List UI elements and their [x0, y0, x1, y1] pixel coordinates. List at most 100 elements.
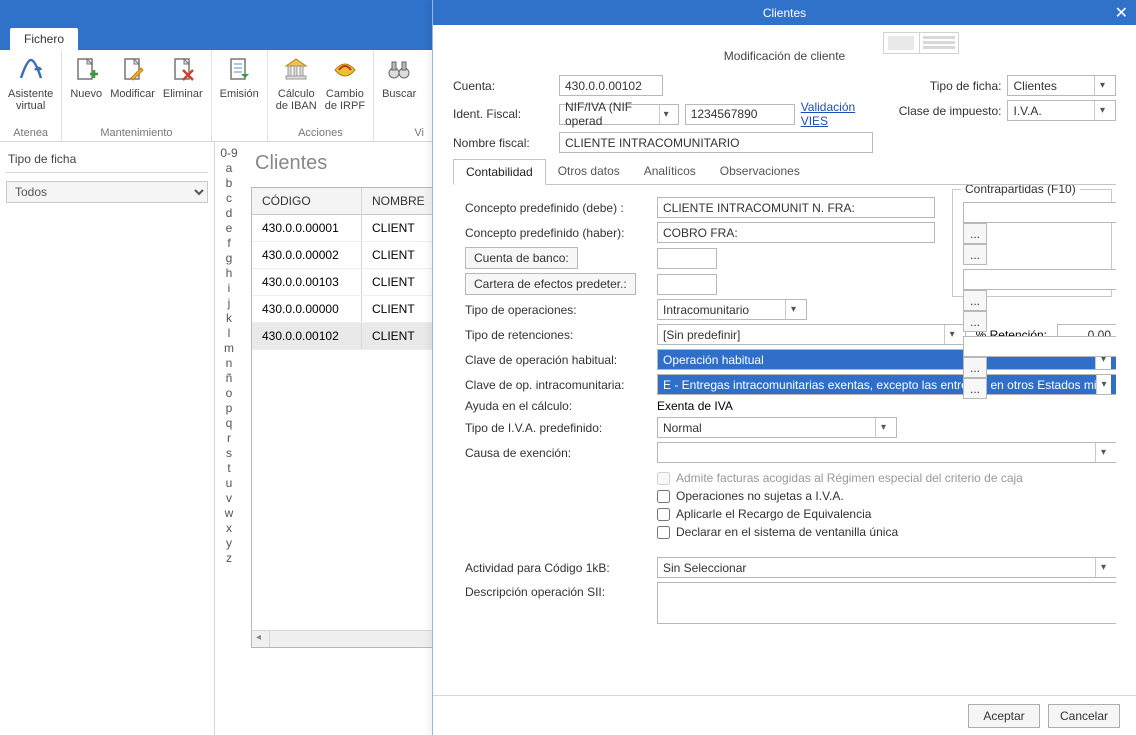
cambio-irpf-button[interactable]: Cambio de IRPF	[325, 54, 365, 112]
cuenta-label: Cuenta:	[453, 79, 549, 93]
alpha-z[interactable]: z	[226, 551, 232, 565]
dialog-tabs: Contabilidad Otros datos Analíticos Obse…	[453, 159, 1116, 185]
alpha-0-9[interactable]: 0-9	[220, 146, 237, 160]
chevron-down-icon: ▾	[659, 105, 673, 124]
chk-recargo[interactable]: Aplicarle el Recargo de Equivalencia	[657, 507, 1116, 521]
cancelar-button[interactable]: Cancelar	[1048, 704, 1120, 728]
chk-criterio-caja: Admite facturas acogidas al Régimen espe…	[657, 471, 1116, 485]
alpha-g[interactable]: g	[226, 251, 233, 265]
alpha-r[interactable]: r	[227, 431, 231, 445]
alpha-q[interactable]: q	[226, 416, 233, 430]
tipo-ficha-dlg-combo[interactable]: Clientes▾	[1007, 75, 1116, 96]
contrapartida-field-3[interactable]	[963, 336, 1116, 357]
col-codigo-header[interactable]: CÓDIGO	[252, 188, 362, 214]
alpha-i[interactable]: i	[228, 281, 231, 295]
validacion-vies-link[interactable]: Validación VIES	[801, 100, 874, 128]
tab-analiticos[interactable]: Analíticos	[632, 159, 708, 184]
alpha-j[interactable]: j	[228, 296, 231, 310]
alpha-m[interactable]: m	[224, 341, 234, 355]
alpha-w[interactable]: w	[225, 506, 234, 520]
alpha-u[interactable]: u	[226, 476, 233, 490]
alpha-x[interactable]: x	[226, 521, 232, 535]
ayuda-label: Ayuda en el cálculo:	[465, 399, 651, 413]
alpha-f[interactable]: f	[227, 236, 230, 250]
chk-no-iva[interactable]: Operaciones no sujetas a I.V.A.	[657, 489, 1116, 503]
tipo-ret-label: Tipo de retenciones:	[465, 328, 651, 342]
emision-button[interactable]: Emisión	[220, 54, 259, 100]
cuenta-banco-field[interactable]	[657, 248, 717, 269]
actividad-combo[interactable]: Sin Seleccionar▾	[657, 557, 1116, 578]
calculo-iban-button[interactable]: Cálculo de IBAN	[276, 54, 317, 112]
chevron-down-icon: ▾	[1095, 443, 1111, 462]
document-plus-icon	[70, 54, 102, 86]
alpha-t[interactable]: t	[227, 461, 230, 475]
desc-sii-field[interactable]	[657, 582, 1116, 624]
eliminar-label: Eliminar	[163, 88, 203, 100]
alpha-b[interactable]: b	[226, 176, 233, 190]
concepto-debe-field[interactable]	[657, 197, 935, 218]
clase-imp-label: Clase de impuesto:	[891, 104, 1001, 118]
alpha-index: 0-9abcdefghijklmnñopqrstuvwxyz	[215, 142, 243, 735]
alpha-h[interactable]: h	[226, 266, 233, 280]
alpha-k[interactable]: k	[226, 311, 232, 325]
alpha-e[interactable]: e	[226, 221, 233, 235]
contrapartida-field-1[interactable]	[963, 202, 1116, 223]
asistente-label: Asistente virtual	[8, 88, 53, 112]
concepto-haber-label: Concepto predefinido (haber):	[465, 226, 651, 240]
lookup-button[interactable]: ...	[963, 357, 987, 378]
cell-codigo: 430.0.0.00102	[252, 323, 362, 349]
left-heading: Tipo de ficha	[6, 148, 208, 173]
tipo-ret-combo[interactable]: [Sin predefinir]▾	[657, 324, 966, 345]
left-panel: Tipo de ficha Todos	[0, 142, 215, 735]
cuenta-field[interactable]	[559, 75, 663, 96]
cartera-field[interactable]	[657, 274, 717, 295]
nuevo-label: Nuevo	[70, 88, 102, 100]
cell-codigo: 430.0.0.00103	[252, 269, 362, 295]
lookup-button[interactable]: ...	[963, 244, 987, 265]
tipo-op-combo[interactable]: Intracomunitario▾	[657, 299, 807, 320]
ident-type-combo[interactable]: NIF/IVA (NIF operad▾	[559, 104, 679, 125]
alpha-o[interactable]: o	[226, 386, 233, 400]
concepto-haber-field[interactable]	[657, 222, 935, 243]
alpha-y[interactable]: y	[226, 536, 232, 550]
image-placeholder-button[interactable]	[883, 32, 959, 54]
tab-fichero[interactable]: Fichero	[10, 28, 78, 50]
chk-ventanilla[interactable]: Declarar en el sistema de ventanilla úni…	[657, 525, 1116, 539]
lookup-button[interactable]: ...	[963, 290, 987, 311]
lookup-button[interactable]: ...	[963, 378, 987, 399]
modificar-button[interactable]: Modificar	[110, 54, 155, 100]
causa-exencion-combo[interactable]: ▾	[657, 442, 1116, 463]
alpha-ñ[interactable]: ñ	[226, 371, 233, 385]
chevron-down-icon: ▾	[785, 300, 801, 319]
alpha-p[interactable]: p	[226, 401, 233, 415]
alpha-a[interactable]: a	[226, 161, 233, 175]
lookup-button[interactable]: ...	[963, 223, 987, 244]
tipo-ficha-select[interactable]: Todos	[6, 181, 208, 203]
tab-otros-datos[interactable]: Otros datos	[546, 159, 632, 184]
tipo-iva-combo[interactable]: Normal▾	[657, 417, 897, 438]
alpha-l[interactable]: l	[228, 326, 231, 340]
asistente-virtual-button[interactable]: Asistente virtual	[8, 54, 53, 112]
clase-imp-combo[interactable]: I.V.A.▾	[1007, 100, 1116, 121]
cambio-label: Cambio de IRPF	[325, 88, 365, 112]
alpha-v[interactable]: v	[226, 491, 232, 505]
alpha-n[interactable]: n	[226, 356, 233, 370]
nombre-fiscal-field[interactable]	[559, 132, 873, 153]
cuenta-banco-button[interactable]: Cuenta de banco:	[465, 247, 578, 269]
contrapartida-field-2[interactable]	[963, 269, 1116, 290]
lookup-button[interactable]: ...	[963, 311, 987, 332]
nuevo-button[interactable]: Nuevo	[70, 54, 102, 100]
ident-value-field[interactable]	[685, 104, 795, 125]
close-icon[interactable]: ✕	[1115, 3, 1128, 23]
tab-contabilidad[interactable]: Contabilidad	[453, 159, 546, 185]
buscar-button[interactable]: Buscar	[382, 54, 416, 100]
desc-sii-label: Descripción operación SII:	[465, 582, 651, 599]
alpha-s[interactable]: s	[226, 446, 232, 460]
alpha-d[interactable]: d	[226, 206, 233, 220]
cartera-button[interactable]: Cartera de efectos predeter.:	[465, 273, 636, 295]
actividad-label: Actividad para Código 1kB:	[465, 561, 651, 575]
eliminar-button[interactable]: Eliminar	[163, 54, 203, 100]
tab-observaciones[interactable]: Observaciones	[708, 159, 812, 184]
aceptar-button[interactable]: Aceptar	[968, 704, 1040, 728]
alpha-c[interactable]: c	[226, 191, 232, 205]
